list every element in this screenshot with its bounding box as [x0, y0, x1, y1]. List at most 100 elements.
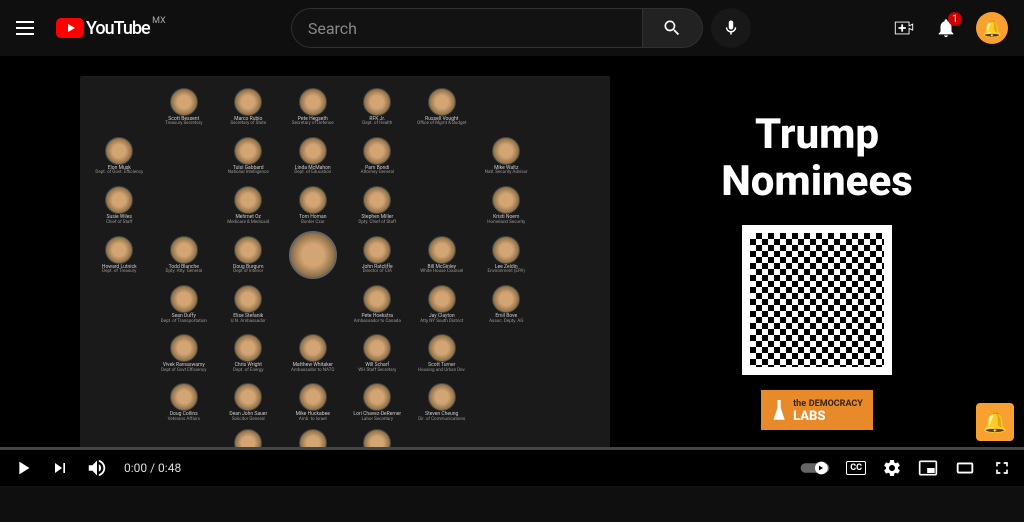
nominee-title: Dpty. Atty. General: [166, 270, 203, 275]
nominee-center: [282, 231, 345, 279]
nominee-title: Secretary of State: [230, 122, 266, 127]
voice-search-button[interactable]: [711, 8, 751, 48]
nominee-title: Dept. of Govt. Efficiency: [95, 171, 143, 176]
play-icon: [12, 457, 34, 479]
nominee-photo: [363, 88, 391, 116]
nominee-photo: [428, 334, 456, 362]
notifications-button[interactable]: 1: [934, 16, 958, 40]
settings-button[interactable]: [882, 458, 902, 478]
controls-left: 0:00 / 0:48: [12, 457, 181, 479]
search-button[interactable]: [643, 8, 703, 48]
nominee-title: Director of CIA: [363, 270, 392, 275]
play-button[interactable]: [12, 457, 34, 479]
nominee-item: Emil BoveAssoc. Depty. AG: [475, 281, 538, 328]
nominee-photo: [363, 186, 391, 214]
next-button[interactable]: [50, 458, 70, 478]
nominee-item: Matthew WhitakerAmbassador to NATO: [282, 330, 345, 377]
avatar[interactable]: 🔔: [976, 12, 1008, 44]
nominee-title: Attorney General: [361, 171, 394, 176]
nominee-title: Ambassador to NATO: [291, 369, 334, 374]
app-header: YouTube MX 1 🔔: [0, 0, 1024, 56]
nominee-item: Todd BlancheDpty. Atty. General: [153, 231, 216, 279]
fullscreen-button[interactable]: [992, 458, 1012, 478]
header-center: [291, 8, 751, 48]
fullscreen-icon: [992, 458, 1012, 478]
nominee-title: Treasury Secretary: [165, 122, 202, 127]
mic-icon: [722, 19, 740, 37]
center-photo: [289, 231, 337, 279]
nominee-title: Medicare & Medicaid: [227, 221, 269, 226]
nominee-photo: [170, 334, 198, 362]
nominee-item: Pam BondiAttorney General: [346, 133, 409, 180]
nominee-title: Dept of Govt Efficiency: [161, 369, 206, 374]
video-right-panel: Trump Nominees the DEMOCRACY LABS: [610, 56, 1024, 486]
nominee-photo: [492, 236, 520, 264]
next-icon: [50, 458, 70, 478]
nominee-title: Labor Secretary: [361, 418, 393, 423]
nominee-title: National Intelligence: [228, 171, 269, 176]
nominee-item: Kristi NoemHomeland Security: [475, 182, 538, 229]
nominee-item: Susie WilesChief of Staff: [88, 182, 151, 229]
nominee-photo: [299, 88, 327, 116]
nominee-photo: [299, 383, 327, 411]
nominee-title: Dept of Interior: [233, 270, 263, 275]
nominee-item: Stephen MillerDpty. Chief of Staff: [346, 182, 409, 229]
country-code: MX: [152, 16, 166, 26]
nominee-item: Scott BessentTreasury Secretary: [153, 84, 216, 131]
nominee-photo: [363, 383, 391, 411]
logo-play-icon: [56, 18, 84, 38]
qr-code: [742, 225, 892, 375]
nominee-item: Russell VoughtOffice of Mgmt & Budget: [411, 84, 474, 131]
flask-icon: [771, 400, 787, 420]
nominee-title: Secretary of Defense: [292, 122, 334, 127]
nominee-item: Mike WaltzNatl. Security Advisor: [475, 133, 538, 180]
nominee-photo: [299, 186, 327, 214]
nominee-item: Jay ClaytonAtty NY South District: [411, 281, 474, 328]
labs-mid: DEMOCRACY: [809, 399, 863, 409]
nominee-item: RFK Jr.Dept. of Health: [346, 84, 409, 131]
nominee-item: Tom HomanBorder Czar: [282, 182, 345, 229]
nominee-title: Office of Mgmt & Budget: [417, 122, 466, 127]
nominee-photo: [170, 383, 198, 411]
create-icon: [893, 17, 915, 39]
autoplay-icon: [800, 460, 830, 476]
nominee-photo: [234, 236, 262, 264]
labs-main: LABS: [793, 409, 825, 424]
democracy-labs-badge: the DEMOCRACY LABS: [761, 390, 873, 430]
channel-watermark[interactable]: 🔔: [976, 403, 1014, 441]
search-input[interactable]: [291, 8, 643, 48]
nominee-photo: [492, 186, 520, 214]
youtube-logo[interactable]: YouTube MX: [56, 18, 150, 39]
nominee-title: Amb. to Israel: [299, 418, 327, 423]
captions-button[interactable]: CC: [846, 461, 866, 475]
nominee-item: Chris WrightDept. of Energy: [217, 330, 280, 377]
video-player[interactable]: Scott BessentTreasury SecretaryMarco Rub…: [0, 56, 1024, 486]
labs-prefix: the: [793, 399, 806, 409]
nominee-photo: [363, 334, 391, 362]
nominee-item: Scott TurnerHousing and Urban Dev.: [411, 330, 474, 377]
nominee-photo: [428, 383, 456, 411]
nominee-item: Elon MuskDept. of Govt. Efficiency: [88, 133, 151, 180]
menu-icon[interactable]: [16, 16, 40, 40]
autoplay-toggle[interactable]: [800, 460, 830, 476]
nominee-item: Doug CollinsVeterans Affairs: [153, 379, 216, 426]
nominee-title: White House Counsel: [420, 270, 463, 275]
header-left: YouTube MX: [16, 16, 150, 40]
nominee-photo: [170, 88, 198, 116]
nominee-title: Environment (EPA): [488, 270, 525, 275]
nominee-item: Elise StefanikU.N. Ambassador: [217, 281, 280, 328]
nominee-item: Doug BurgumDept of Interior: [217, 231, 280, 279]
create-button[interactable]: [892, 16, 916, 40]
nominee-title: Ambassador to Canada: [354, 320, 401, 325]
nominee-photo: [105, 137, 133, 165]
nominee-photo: [428, 285, 456, 313]
miniplayer-button[interactable]: [918, 458, 938, 478]
controls-right: CC: [800, 457, 1012, 479]
nominee-title: Solicitor General: [232, 418, 265, 423]
theater-button[interactable]: [954, 457, 976, 479]
nominee-item: Dean John SauerSolicitor General: [217, 379, 280, 426]
gear-icon: [882, 458, 902, 478]
volume-button[interactable]: [86, 457, 108, 479]
nominee-item: Will ScharfWH Staff Secretary: [346, 330, 409, 377]
nominee-item: Vivek RamaswamyDept of Govt Efficiency: [153, 330, 216, 377]
